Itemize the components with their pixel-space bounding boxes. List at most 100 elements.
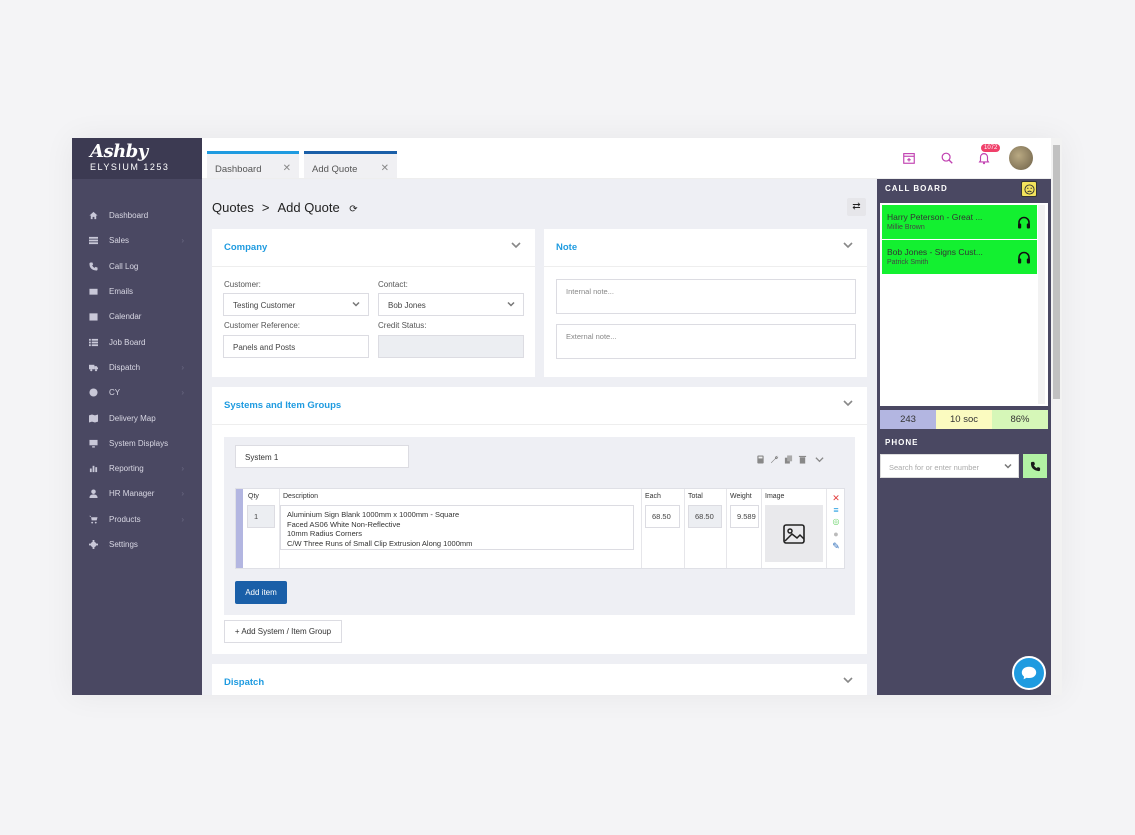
dispatch-card-header[interactable]: Dispatch <box>212 664 867 695</box>
systems-card-header[interactable]: Systems and Item Groups <box>212 387 867 425</box>
sidebar-item-settings[interactable]: Settings <box>72 532 202 557</box>
tab-add-quote[interactable]: Add Quote ✕ <box>304 151 397 178</box>
sidebar-item-emails[interactable]: Emails <box>72 279 202 304</box>
qty-input[interactable]: 1 <box>247 505 275 528</box>
sidebar-item-call-log[interactable]: Call Log <box>72 254 202 279</box>
description-line: 10mm Radius Corners <box>287 529 363 538</box>
brand-logo[interactable]: Ashby ELYSIUM 1253 <box>72 138 202 179</box>
image-placeholder[interactable] <box>765 505 823 562</box>
sidebar-item-sales[interactable]: Sales › <box>72 228 202 253</box>
wrench-icon[interactable] <box>770 451 780 464</box>
call-item[interactable]: Bob Jones - Signs Cust... Patrick Smith <box>882 240 1037 274</box>
sad-face-icon[interactable] <box>1021 181 1037 197</box>
check-circle-icon[interactable]: ◎ <box>831 517 841 527</box>
chat-button[interactable] <box>1012 656 1046 690</box>
menu-icon[interactable]: ≡ <box>831 505 841 515</box>
page-scrollbar[interactable] <box>1051 138 1062 695</box>
sidebar-item-cy[interactable]: CY › <box>72 380 202 405</box>
truck-icon <box>88 362 98 372</box>
tab-label: Dashboard <box>215 164 262 175</box>
scrollbar-thumb[interactable] <box>1053 145 1060 399</box>
chevron-down-icon[interactable] <box>843 240 853 253</box>
sidebar-item-hr-manager[interactable]: HR Manager › <box>72 481 202 506</box>
sidebar-item-label: Dispatch <box>109 362 141 372</box>
item-drag-handle[interactable] <box>236 489 243 568</box>
chevron-down-icon[interactable] <box>511 240 521 253</box>
call-name: Bob Jones - Signs Cust... <box>887 247 983 257</box>
sidebar-item-dispatch[interactable]: Dispatch › <box>72 355 202 380</box>
external-note-input[interactable]: External note... <box>556 324 856 359</box>
refresh-icon[interactable]: ⟳ <box>349 204 357 215</box>
description-line: Faced AS06 White Non-Reflective <box>287 519 401 529</box>
each-header: Each <box>645 493 661 500</box>
palette-icon <box>88 388 98 398</box>
system-name-input[interactable]: System 1 <box>235 445 409 468</box>
calculator-icon[interactable] <box>756 451 766 464</box>
user-icon <box>88 489 98 499</box>
call-button[interactable] <box>1023 454 1047 478</box>
contact-select[interactable]: Bob Jones <box>378 293 524 316</box>
each-value: 68.50 <box>652 512 671 521</box>
external-note-placeholder: External note... <box>566 332 617 341</box>
sidebar-item-reporting[interactable]: Reporting › <box>72 456 202 481</box>
new-window-icon[interactable] <box>902 151 918 167</box>
chevron-down-icon[interactable] <box>815 451 825 463</box>
call-board-title: CALL BOARD <box>885 184 948 193</box>
copy-icon[interactable] <box>784 451 794 464</box>
stat-time: 10 soc <box>936 410 992 429</box>
weight-column: Weight 9.589 <box>727 489 762 568</box>
customer-select[interactable]: Testing Customer <box>223 293 369 316</box>
item-row: Qty 1 Description Aluminium Sign Blank 1… <box>235 488 845 569</box>
note-card-header[interactable]: Note <box>544 229 867 267</box>
internal-note-input[interactable]: Internal note... <box>556 279 856 314</box>
each-input[interactable]: 68.50 <box>645 505 680 528</box>
add-system-button[interactable]: + Add System / Item Group <box>224 620 342 643</box>
reference-input[interactable]: Panels and Posts <box>223 335 369 358</box>
weight-input[interactable]: 9.589 <box>730 505 759 528</box>
phone-icon <box>88 261 98 271</box>
chevron-right-icon: › <box>181 362 184 372</box>
call-list-scrollbar[interactable] <box>1038 205 1045 404</box>
add-item-button[interactable]: Add item <box>235 581 287 604</box>
tab-dashboard[interactable]: Dashboard ✕ <box>207 151 299 178</box>
phone-search-input[interactable]: Search for or enter number <box>880 454 1019 478</box>
chevron-down-icon[interactable] <box>843 675 853 688</box>
reference-label: Customer Reference: <box>224 321 301 330</box>
description-line: C/W Three Runs of Small Clip Extrusion A… <box>287 538 473 548</box>
description-input[interactable]: Aluminium Sign Blank 1000mm x 1000mm - S… <box>280 505 634 550</box>
swap-button[interactable]: ⇄ <box>847 198 866 216</box>
sidebar-item-dashboard[interactable]: Dashboard <box>72 203 202 228</box>
close-icon[interactable]: ✕ <box>381 163 389 174</box>
chevron-down-icon[interactable] <box>843 398 853 411</box>
dispatch-title: Dispatch <box>224 677 265 688</box>
trash-icon[interactable] <box>798 451 808 464</box>
call-item[interactable]: Harry Peterson - Great ... Millie Brown <box>882 205 1037 239</box>
breadcrumb-quotes[interactable]: Quotes <box>212 200 254 215</box>
delete-icon[interactable]: ✕ <box>831 493 841 503</box>
sidebar-item-products[interactable]: Products › <box>72 507 202 532</box>
sidebar-item-delivery-map[interactable]: Delivery Map <box>72 405 202 430</box>
avatar[interactable] <box>1009 146 1033 170</box>
sidebar-item-system-displays[interactable]: System Displays <box>72 431 202 456</box>
bell-icon[interactable] <box>977 151 993 167</box>
sidebar-item-label: System Displays <box>109 438 169 448</box>
chevron-down-icon <box>507 300 515 310</box>
chart-icon <box>88 464 98 474</box>
pencil-icon[interactable]: ✎ <box>831 541 841 551</box>
sidebar-item-job-board[interactable]: Job Board <box>72 329 202 354</box>
company-card-header[interactable]: Company <box>212 229 535 267</box>
call-name: Harry Peterson - Great ... <box>887 212 983 222</box>
chat-icon <box>1021 666 1037 680</box>
call-list: Harry Peterson - Great ... Millie Brown … <box>880 203 1048 406</box>
comment-icon[interactable]: ● <box>831 529 841 539</box>
brand-subtitle: ELYSIUM 1253 <box>90 162 170 172</box>
systems-card: Systems and Item Groups System 1 Qty 1 D… <box>212 387 867 654</box>
image-header: Image <box>765 493 785 500</box>
search-icon[interactable] <box>940 151 956 167</box>
close-icon[interactable]: ✕ <box>283 163 291 174</box>
sidebar-item-calendar[interactable]: Calendar <box>72 304 202 329</box>
contact-label: Contact: <box>378 280 408 289</box>
list-icon <box>88 236 98 246</box>
description-line: Aluminium Sign Blank 1000mm x 1000mm - S… <box>287 510 460 519</box>
stat-calls: 243 <box>880 410 936 429</box>
